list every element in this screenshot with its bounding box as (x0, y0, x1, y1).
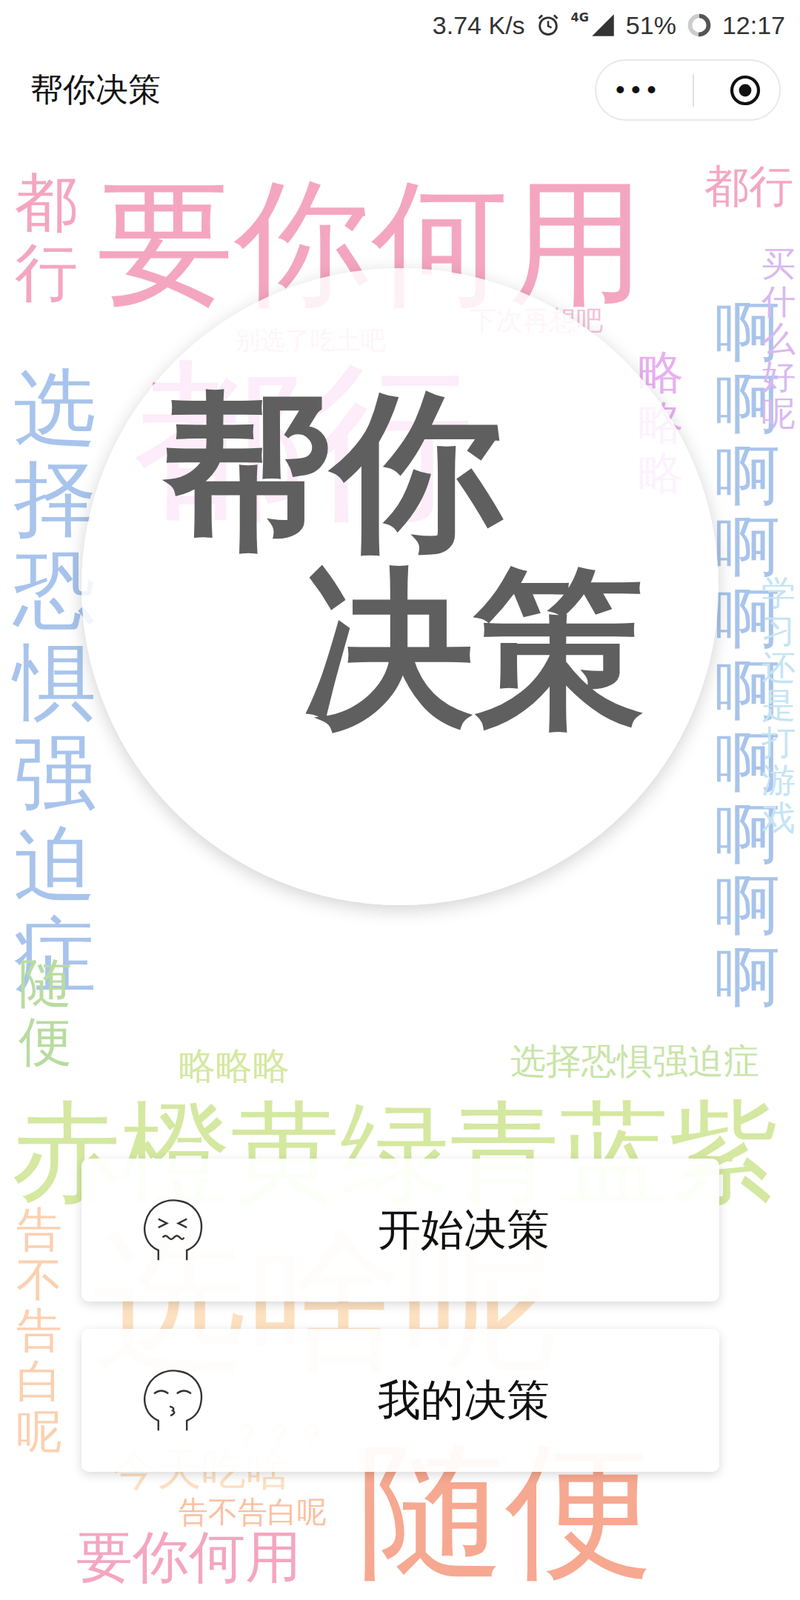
cloud-word: 告不告白呢 (16, 1204, 63, 1458)
network-type: 4G (571, 10, 589, 25)
cloud-word: 买什么好呢 (761, 245, 796, 433)
status-bar: 3.74 K/s 4G 51% 12:17 (0, 0, 800, 51)
content: 帮你决策开始决策我的决策 (0, 129, 800, 1472)
battery-percent: 51% (625, 11, 677, 40)
signal-icon (590, 12, 616, 38)
button-label: 我的决策 (208, 1371, 720, 1430)
alarm-icon (535, 12, 561, 38)
menu-button[interactable]: 开始决策 (81, 1158, 720, 1302)
capsule-divider (692, 74, 695, 107)
cloud-word: 都行 (704, 161, 794, 211)
cloud-word: 要你何用 (76, 1525, 302, 1589)
battery-ring-icon (686, 12, 712, 38)
more-button[interactable]: ••• (612, 75, 660, 106)
menu-button[interactable]: 我的决策 (81, 1328, 720, 1472)
kiss-face-icon (137, 1365, 209, 1437)
app-screen: 3.74 K/s4G51%12:17帮你决策•••要你何用都行都行都行选择恐惧强… (0, 0, 800, 1600)
cloud-word: 随便 (18, 954, 72, 1072)
button-list: 开始决策我的决策 (81, 1158, 720, 1472)
capsule: ••• (594, 59, 781, 121)
logo-circle: 帮你决策 (81, 268, 719, 906)
nav-title: 帮你决策 (30, 68, 161, 112)
button-label: 开始决策 (208, 1201, 720, 1260)
target-close-icon[interactable] (727, 72, 763, 109)
cloud-word: 告不告白呢 (178, 1495, 327, 1529)
squint-face-icon (137, 1194, 209, 1266)
net-speed: 3.74 K/s (432, 11, 526, 40)
cloud-word: 学习还是打游戏 (761, 574, 796, 837)
cloud-word: 选择恐惧强迫症 (13, 362, 97, 1001)
main-area: 要你何用都行都行都行选择恐惧强迫症随便啊啊啊啊啊啊啊啊啊啊买什么好呢学习还是打游… (0, 129, 800, 1600)
cloud-word: 选择恐惧强迫症 (510, 1041, 760, 1081)
logo-text: 决策 (303, 564, 719, 735)
cloud-word: 都行 (14, 168, 78, 307)
nav-bar: 帮你决策 ••• (0, 50, 800, 130)
cloud-word: 略略略 (178, 1045, 290, 1087)
clock: 12:17 (722, 11, 786, 40)
logo-text: 帮你 (162, 386, 719, 558)
